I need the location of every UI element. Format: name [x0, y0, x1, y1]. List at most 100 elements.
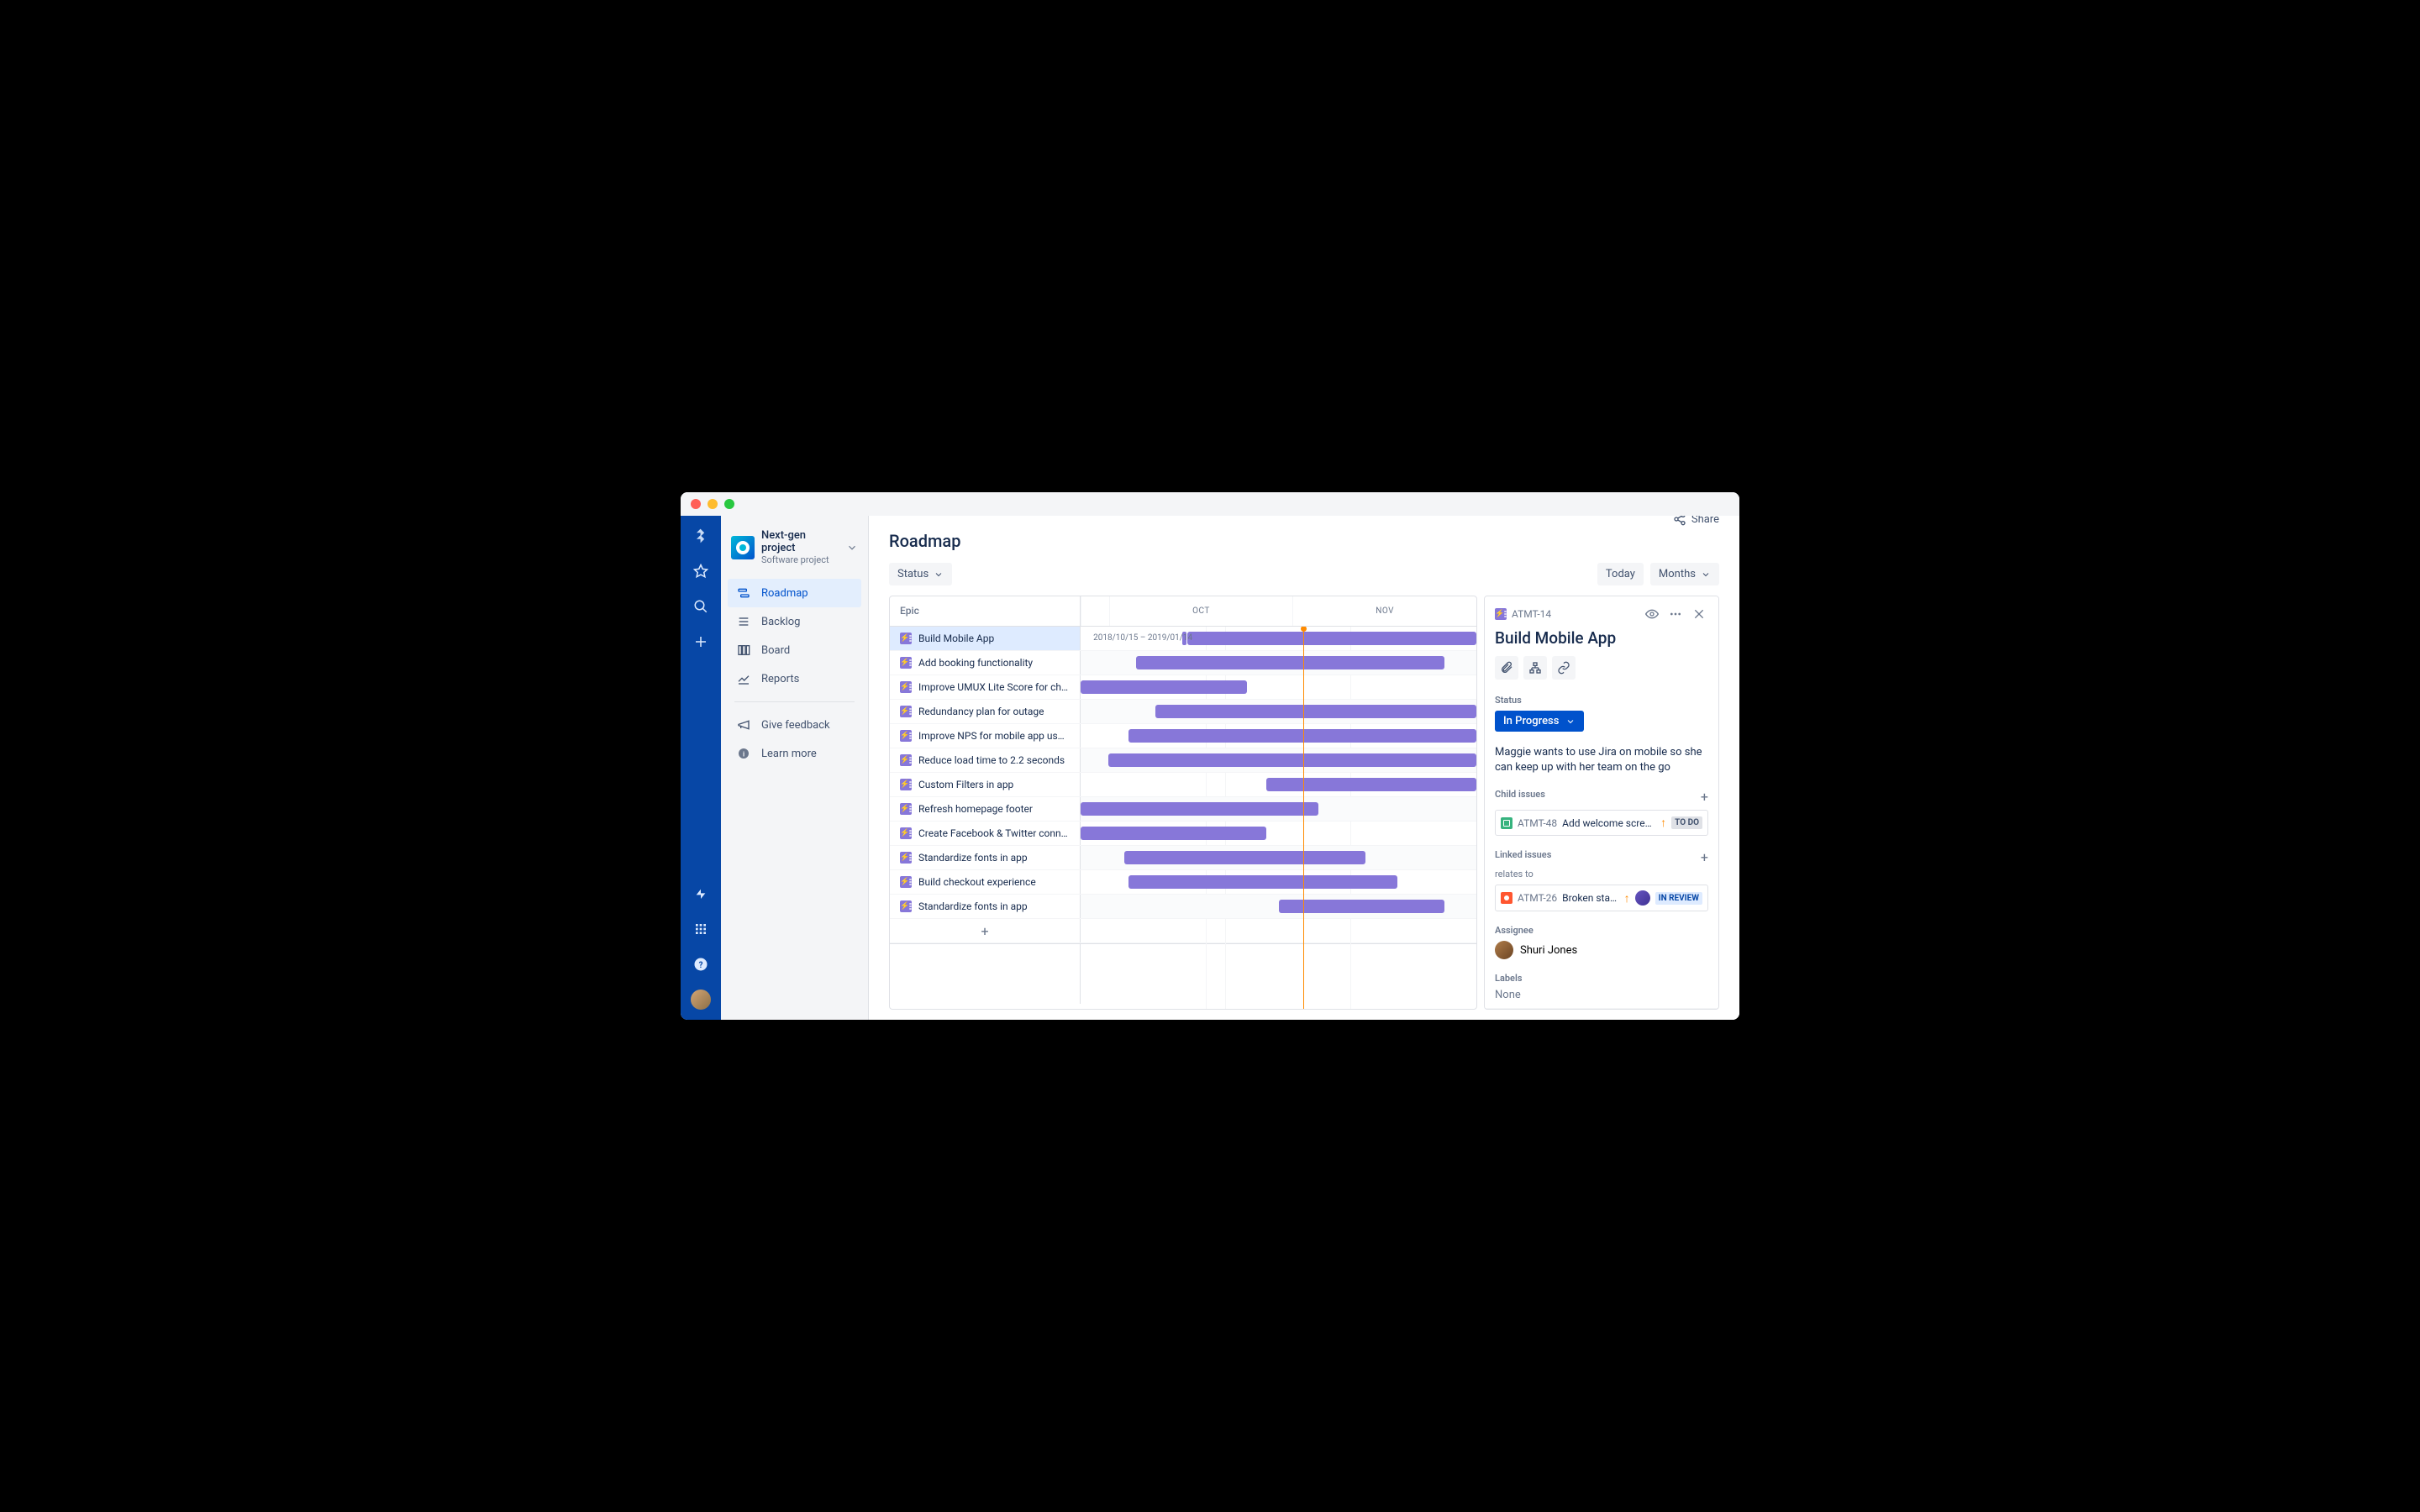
- nav-board[interactable]: Board: [728, 636, 861, 664]
- timeline-lane: [1081, 822, 1476, 845]
- assignee-avatar-icon: [1495, 941, 1513, 959]
- epic-label[interactable]: ⚡Create Facebook & Twitter connector: [890, 822, 1081, 845]
- project-avatar-icon: [731, 536, 755, 559]
- attach-button[interactable]: [1495, 656, 1518, 680]
- epic-bar[interactable]: [1081, 680, 1247, 694]
- epic-row[interactable]: ⚡Custom Filters in app: [890, 773, 1476, 797]
- epic-bar[interactable]: [1124, 851, 1365, 864]
- epic-label[interactable]: ⚡Reduce load time to 2.2 seconds: [890, 748, 1081, 772]
- epic-bar[interactable]: [1128, 729, 1476, 743]
- status-value: In Progress: [1503, 715, 1559, 727]
- epic-row[interactable]: ⚡Standardize fonts in app: [890, 846, 1476, 870]
- timeline-lane: [1081, 773, 1476, 796]
- add-link-button[interactable]: +: [1701, 849, 1708, 865]
- create-icon[interactable]: [691, 632, 711, 652]
- page-title: Roadmap: [889, 531, 960, 551]
- epic-label[interactable]: ⚡Build checkout experience: [890, 870, 1081, 894]
- status-filter-label: Status: [897, 568, 929, 580]
- epic-title: Redundancy plan for outage: [918, 706, 1044, 717]
- apps-icon[interactable]: [691, 919, 711, 939]
- epic-label[interactable]: ⚡Add booking functionality: [890, 651, 1081, 675]
- timeline-lane: [1081, 870, 1476, 894]
- epic-bar[interactable]: [1128, 875, 1397, 889]
- more-icon[interactable]: [1666, 605, 1685, 623]
- epic-bar[interactable]: 2018/10/15 – 2019/01/14: [1187, 632, 1476, 645]
- status-badge: TO DO: [1671, 816, 1702, 829]
- epic-row[interactable]: ⚡Improve UMUX Lite Score for checko…: [890, 675, 1476, 700]
- assignee-field[interactable]: Shuri Jones: [1495, 941, 1708, 959]
- month-label: OCT: [1109, 596, 1293, 626]
- nav-backlog[interactable]: Backlog: [728, 607, 861, 636]
- epic-label[interactable]: ⚡Standardize fonts in app: [890, 895, 1081, 918]
- scale-button[interactable]: Months: [1650, 563, 1719, 585]
- epic-row[interactable]: ⚡Build Mobile App 2018/10/15 – 2019/01/14: [890, 627, 1476, 651]
- labels-value[interactable]: None: [1495, 989, 1708, 1001]
- search-icon[interactable]: [691, 596, 711, 617]
- epic-row[interactable]: ⚡Create Facebook & Twitter connector: [890, 822, 1476, 846]
- nav-roadmap[interactable]: Roadmap: [728, 579, 861, 607]
- chevron-down-icon: [846, 542, 858, 554]
- epic-label[interactable]: ⚡Improve UMUX Lite Score for checko…: [890, 675, 1081, 699]
- issue-key[interactable]: ATMT-14: [1512, 608, 1551, 620]
- epic-row[interactable]: ⚡Refresh homepage footer: [890, 797, 1476, 822]
- nav-backlog-label: Backlog: [761, 616, 800, 628]
- watch-icon[interactable]: [1643, 605, 1661, 623]
- epic-title: Build Mobile App: [918, 633, 994, 644]
- timeline-lane: [1081, 797, 1476, 821]
- epic-row[interactable]: ⚡Improve NPS for mobile app users by …: [890, 724, 1476, 748]
- maximize-window-button[interactable]: [724, 499, 734, 509]
- issue-title[interactable]: Build Mobile App: [1485, 623, 1718, 653]
- epic-label[interactable]: ⚡Redundancy plan for outage: [890, 700, 1081, 723]
- linked-issue-row[interactable]: ATMT-26 Broken status ind… ↑ IN REVIEW: [1495, 885, 1708, 911]
- nav-reports[interactable]: Reports: [728, 664, 861, 693]
- issue-description[interactable]: Maggie wants to use Jira on mobile so sh…: [1495, 745, 1708, 775]
- assignee-avatar-icon: [1635, 890, 1650, 906]
- epic-label[interactable]: ⚡Improve NPS for mobile app users by …: [890, 724, 1081, 748]
- child-issue-row[interactable]: ATMT-48 Add welcome screen for m… ↑ TO D…: [1495, 810, 1708, 836]
- subtask-button[interactable]: [1523, 656, 1547, 680]
- add-child-button[interactable]: +: [1701, 789, 1708, 805]
- user-avatar[interactable]: [691, 990, 711, 1010]
- epic-row[interactable]: ⚡Reduce load time to 2.2 seconds: [890, 748, 1476, 773]
- share-button[interactable]: Share: [1673, 516, 1719, 526]
- today-button[interactable]: Today: [1597, 563, 1644, 585]
- board-icon: [736, 643, 751, 658]
- epic-label[interactable]: ⚡Refresh homepage footer: [890, 797, 1081, 821]
- epic-bar[interactable]: [1155, 705, 1476, 718]
- epic-row[interactable]: ⚡Standardize fonts in app: [890, 895, 1476, 919]
- roadmap-grid: Epic OCT NOV ⚡Build Mobile App2018/10/15…: [889, 596, 1477, 1010]
- minimize-window-button[interactable]: [708, 499, 718, 509]
- epic-label[interactable]: ⚡Custom Filters in app: [890, 773, 1081, 796]
- epic-label[interactable]: ⚡Standardize fonts in app: [890, 846, 1081, 869]
- epic-row[interactable]: ⚡Build checkout experience: [890, 870, 1476, 895]
- status-field-label: Status: [1495, 695, 1708, 706]
- scale-label: Months: [1659, 568, 1696, 580]
- nav-feedback[interactable]: Give feedback: [728, 711, 861, 739]
- timeline-lane: 2018/10/15 – 2019/01/14: [1081, 627, 1476, 650]
- epic-label[interactable]: ⚡Build Mobile App: [890, 627, 1081, 650]
- nav-learn[interactable]: i Learn more: [728, 739, 861, 768]
- project-switcher[interactable]: Next-gen project Software project: [728, 526, 861, 569]
- epic-title: Improve NPS for mobile app users by …: [918, 730, 1070, 742]
- epic-bar[interactable]: [1108, 753, 1476, 767]
- epic-row[interactable]: ⚡Redundancy plan for outage: [890, 700, 1476, 724]
- epic-bar[interactable]: [1136, 656, 1444, 669]
- close-icon[interactable]: [1690, 605, 1708, 623]
- help-icon[interactable]: ?: [691, 954, 711, 974]
- epic-title: Improve UMUX Lite Score for checko…: [918, 681, 1070, 693]
- star-icon[interactable]: [691, 561, 711, 581]
- epic-row[interactable]: ⚡Add booking functionality: [890, 651, 1476, 675]
- notification-icon[interactable]: [691, 884, 711, 904]
- share-icon: [1673, 516, 1686, 526]
- linked-issues-label: Linked issues: [1495, 849, 1551, 860]
- jira-logo-icon[interactable]: [691, 526, 711, 546]
- status-dropdown[interactable]: In Progress: [1495, 711, 1584, 732]
- link-button[interactable]: [1552, 656, 1576, 680]
- add-epic-button[interactable]: +: [890, 919, 1081, 942]
- epic-bar[interactable]: [1081, 802, 1318, 816]
- epic-bar[interactable]: [1081, 827, 1266, 840]
- status-filter-button[interactable]: Status: [889, 563, 952, 585]
- epic-bar[interactable]: [1266, 778, 1476, 791]
- assignee-field-label: Assignee: [1495, 925, 1708, 936]
- close-window-button[interactable]: [691, 499, 701, 509]
